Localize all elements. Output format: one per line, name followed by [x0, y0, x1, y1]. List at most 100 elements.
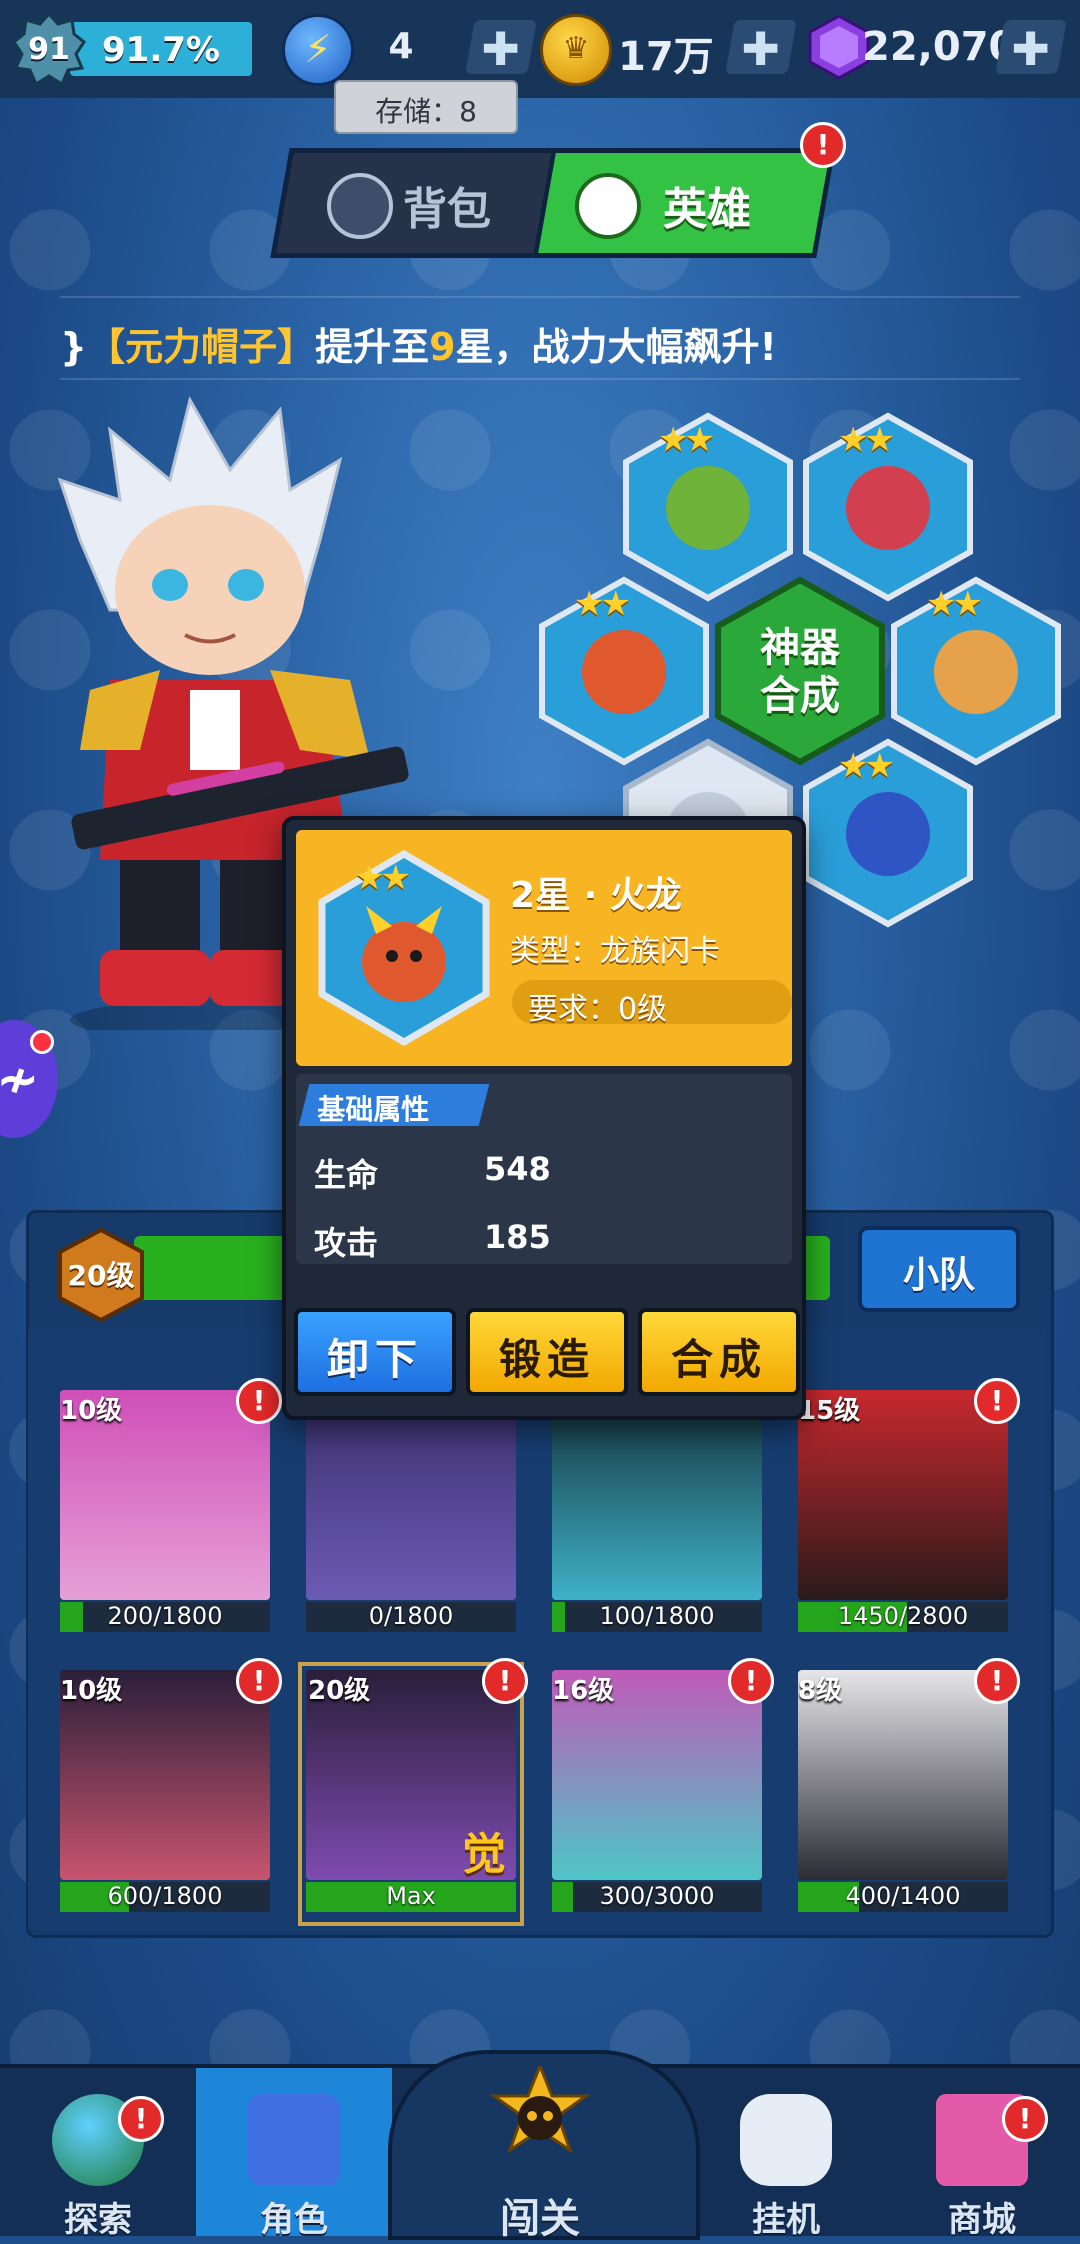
hero-card[interactable]: 10级 600/1800 !: [60, 1658, 282, 1918]
hero-progress-bar: 400/1400: [798, 1882, 1008, 1912]
attr-label-attack: 攻击: [314, 1224, 379, 1262]
artifact-slot-robot[interactable]: ★★: [800, 738, 976, 928]
announcement-star-count: 9: [429, 325, 456, 369]
nav-explore-alert: !: [118, 2096, 164, 2142]
hero-level: 10级: [60, 1676, 123, 1706]
hero-progress-text: 600/1800: [107, 1882, 223, 1910]
nav-characters[interactable]: 角色: [196, 2068, 392, 2240]
attr-value-hp: 548: [484, 1150, 551, 1188]
artifact-detail-popup: ★★ 2星 · 火龙 类型：龙族闪卡 要求：0级 基础属性 生命 548 攻击 …: [282, 816, 806, 1420]
nav-stages[interactable]: 闯关: [388, 2010, 700, 2242]
hero-progress-bar: 600/1800: [60, 1882, 270, 1912]
player-level-badge[interactable]: 91: [12, 12, 86, 86]
nav-shop-label: 商城: [948, 2200, 1016, 2240]
hero-card[interactable]: 0/1800: [306, 1390, 516, 1638]
top-resource-bar: 91.7% 91 ⚡ 4 ✚ ♛ 17万 ✚ 22,070 ✚: [0, 0, 1080, 98]
energy-icon[interactable]: ⚡: [282, 14, 354, 86]
gold-value: 17万: [618, 34, 714, 80]
tab-backpack-label: 背包: [403, 184, 491, 235]
squad-level-badge: 20级: [58, 1227, 144, 1323]
add-gold-button[interactable]: ✚: [725, 20, 797, 76]
hero-progress-text: 400/1400: [845, 1882, 961, 1910]
hero-alert-badge: !: [974, 1378, 1020, 1424]
artifact-detail-header: ★★ 2星 · 火龙 类型：龙族闪卡 要求：0级: [296, 830, 792, 1066]
backpack-icon: [327, 173, 393, 239]
assistant-logo-icon: ≁: [0, 1050, 40, 1110]
green-goblin-icon: [666, 466, 750, 550]
blue-robot-icon: [846, 792, 930, 876]
goggles-hero-portrait: [552, 1390, 762, 1600]
hero-card[interactable]: 16级 300/3000 !: [552, 1658, 774, 1918]
squad-button[interactable]: 小队: [858, 1226, 1020, 1312]
energy-storage-tooltip: 存储：8: [334, 80, 518, 134]
base-attributes-box: 基础属性 生命 548 攻击 185: [296, 1074, 792, 1264]
nav-shop[interactable]: ! 商城: [884, 2068, 1080, 2240]
hooded-warrior-icon: [934, 630, 1018, 714]
base-attributes-title: 基础属性: [298, 1084, 490, 1126]
artifact-merge-label: 神器 合成: [760, 625, 840, 719]
add-gem-button[interactable]: ✚: [995, 20, 1067, 76]
awakened-badge: 觉: [462, 1829, 506, 1880]
hero-progress-text: Max: [386, 1882, 436, 1910]
artifact-slot-demon[interactable]: ★★: [800, 412, 976, 602]
artifact-name: 2星 · 火龙: [510, 875, 682, 916]
hero-level: 8级: [798, 1676, 843, 1706]
attr-label-hp: 生命: [314, 1156, 379, 1194]
hero-progress-bar: 200/1800: [60, 1602, 270, 1632]
hero-level: 20级: [308, 1676, 371, 1706]
forge-button[interactable]: 锻造: [466, 1308, 628, 1396]
hero-head-icon: [575, 173, 641, 239]
hero-progress-text: 100/1800: [599, 1602, 715, 1630]
announcement-text: }【元力帽子】提升至9星，战力大幅飙升!: [60, 325, 777, 369]
skull-badge-icon: [489, 2061, 591, 2176]
star-rating: ★★: [354, 858, 411, 898]
nav-idle-label: 挂机: [752, 2200, 820, 2240]
hero-alert-badge: !: [482, 1658, 528, 1704]
hero-progress-bar: 1450/2800: [798, 1602, 1008, 1632]
nav-idle[interactable]: 挂机: [688, 2068, 884, 2240]
energy-value: 4: [388, 26, 414, 67]
hero-card[interactable]: 8级 400/1400 !: [798, 1658, 1020, 1918]
star-rating: ★★: [838, 420, 895, 460]
fire-dragon-icon: ★★: [316, 849, 492, 1047]
hero-card-selected[interactable]: 20级 觉 Max !: [298, 1658, 528, 1926]
hero-alert-badge: !: [236, 1658, 282, 1704]
hero-alert-badge: !: [236, 1378, 282, 1424]
hero-level: 15级: [798, 1396, 861, 1426]
character-cards-icon: [248, 2094, 340, 2186]
squad-button-label: 小队: [902, 1255, 975, 1296]
red-demon-icon: [846, 466, 930, 550]
announcement-item: 【元力帽子】: [87, 325, 316, 369]
gold-coin-icon: ♛: [540, 14, 612, 86]
tab-heroes-label: 英雄: [663, 184, 751, 235]
unequip-button[interactable]: 卸下: [294, 1308, 456, 1396]
merge-button[interactable]: 合成: [638, 1308, 800, 1396]
attr-value-attack: 185: [484, 1218, 551, 1256]
add-energy-button[interactable]: ✚: [465, 20, 537, 76]
nav-shop-alert: !: [1002, 2096, 1048, 2142]
player-level: 91: [28, 32, 70, 67]
lightning-icon: ⚡: [304, 27, 332, 71]
plus-icon: ✚: [1011, 22, 1050, 76]
artifact-type: 类型：龙族闪卡: [510, 934, 720, 969]
tab-heroes[interactable]: 英雄: [532, 148, 836, 258]
hero-card[interactable]: 100/1800: [552, 1390, 762, 1638]
artifact-slot-goblin[interactable]: ★★: [620, 412, 796, 602]
tab-heroes-alert-badge: !: [800, 122, 846, 168]
hero-card[interactable]: 15级 1450/2800 !: [798, 1378, 1020, 1638]
hero-level: 16级: [552, 1676, 615, 1706]
squad-level: 20级: [67, 1259, 135, 1292]
hero-alert-badge: !: [728, 1658, 774, 1704]
artifact-requirement: 要求：0级: [512, 980, 792, 1027]
fire-dragon-icon: [582, 630, 666, 714]
hero-alert-badge: !: [974, 1658, 1020, 1704]
hero-card[interactable]: 10级 200/1800 !: [60, 1378, 282, 1638]
energy-storage-text: 存储：8: [375, 95, 477, 128]
plus-icon: ✚: [481, 22, 520, 76]
tab-backpack[interactable]: 背包: [270, 148, 562, 258]
nav-explore[interactable]: ! 探索: [0, 2068, 196, 2240]
hero-level: 10级: [60, 1396, 123, 1426]
star-rating: ★★: [926, 584, 983, 624]
plus-icon: ✚: [741, 22, 780, 76]
xp-percent: 91.7%: [102, 30, 220, 70]
